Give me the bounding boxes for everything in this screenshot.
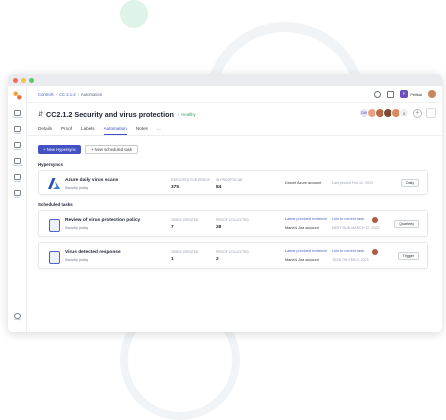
tab-notes[interactable]: Notes (136, 126, 148, 135)
sidebar-item-controls[interactable]: Controls (11, 126, 24, 139)
next-run-text: NEXT RUN MARCH 17, 2023 (332, 226, 380, 230)
check-icon: ✓ (176, 112, 181, 117)
task-card[interactable]: Review of virus protection policy Securi… (38, 210, 428, 237)
app-logo-icon[interactable] (13, 91, 22, 100)
tab-bar: Details Proof Labels Automation Notes ..… (38, 126, 161, 135)
sidebar-item-audits[interactable]: Audits (11, 190, 24, 203)
minimize-dot[interactable] (21, 77, 26, 83)
sidebar-item-documents[interactable]: Documents (11, 158, 24, 171)
stat-value: 1 (171, 257, 174, 262)
sidebar-item-dashboard[interactable]: Dashboard (11, 110, 24, 123)
task-name[interactable]: Review of virus protection policy (65, 218, 140, 223)
task-card[interactable]: Virus detected response Security policy … (38, 242, 428, 269)
box-icon (14, 174, 21, 180)
breadcrumb-separator: › (55, 91, 57, 97)
close-dot[interactable] (13, 77, 18, 83)
task-name[interactable]: Virus detected response (65, 250, 121, 255)
stat-label: PROOF COLLECTED (216, 218, 249, 222)
scheduled-tasks-heading: Scheduled tasks (38, 202, 73, 207)
stat-value: 84 (216, 185, 222, 190)
azure-logo-icon (48, 178, 60, 189)
action-buttons: + New Hypersync + New scheduled task (38, 145, 139, 154)
tabs-divider (27, 135, 442, 136)
current-task-link[interactable]: Link to current task (332, 217, 364, 221)
hypersync-name[interactable]: Azure daily virus scans (65, 178, 118, 183)
stat-value: 2 (216, 257, 219, 262)
hypersync-card[interactable]: Azure daily virus scans Security policy … (38, 170, 428, 195)
latest-evidence-link[interactable]: Latest provided evidence (285, 249, 327, 253)
sidebar-item-evidence[interactable]: Evidence (11, 142, 24, 155)
hypersync-policy: Security policy (65, 186, 89, 190)
decorative-circle (120, 0, 148, 28)
tab-details[interactable]: Details (38, 126, 52, 135)
jira-account-link[interactable]: Maria's Jira account (285, 226, 319, 230)
new-hypersync-button[interactable]: + New Hypersync (38, 145, 81, 154)
stat-label: TASKS CREATED (171, 250, 199, 254)
org-switcher[interactable]: P Pelikai (400, 90, 422, 98)
jira-account-link[interactable]: Maria's Jira account (285, 258, 319, 262)
task-document-icon (49, 219, 60, 232)
stat-value: 375 (171, 185, 180, 190)
task-policy: Security policy (65, 226, 89, 230)
frequency-badge[interactable]: Daily (401, 179, 419, 187)
more-avatars-count: 3 (399, 108, 409, 118)
audit-icon (14, 190, 21, 196)
document-icon (14, 158, 21, 164)
user-avatar[interactable] (428, 90, 436, 98)
stat-value: 7 (171, 225, 174, 230)
status-badge: ✓ Healthy (176, 112, 196, 117)
sidebar: Dashboard Controls Evidence Documents Ve… (8, 86, 27, 332)
frequency-badge[interactable]: Quarterly (394, 220, 419, 228)
new-scheduled-task-button[interactable]: + New scheduled task (84, 145, 139, 154)
last-run-text: Last proved Feb 12, 2023 (332, 181, 373, 185)
stat-label: IN PROOF/SCAN (216, 178, 243, 182)
assignee-avatar (372, 217, 378, 223)
latest-evidence-link[interactable]: Latest provided evidence (285, 217, 327, 221)
sidebar-item-settings[interactable]: Settings (11, 313, 24, 326)
help-icon[interactable] (374, 90, 382, 98)
stat-label: EXECUTED FOR PROOF (171, 178, 210, 182)
folder-icon (14, 142, 21, 148)
breadcrumb-controls[interactable]: Controls (38, 92, 54, 97)
window-titlebar (8, 74, 442, 86)
sidebar-item-vendors[interactable]: Vendors (11, 174, 24, 187)
control-icon: ⇵ (38, 112, 44, 118)
notifications-icon[interactable] (387, 90, 395, 98)
settings-button[interactable] (426, 108, 436, 118)
tab-more[interactable]: ... (157, 126, 161, 135)
maximize-dot[interactable] (29, 77, 34, 83)
assignee-avatar (372, 249, 378, 255)
collaborators[interactable]: DW 3 + (359, 108, 422, 118)
breadcrumb-current: Automation (80, 91, 103, 97)
breadcrumb: Controls › CC 2.1.2 › Automation P Pelik… (27, 86, 442, 103)
topbar-actions: P Pelikai (374, 90, 436, 98)
page-title: CC2.1.2 Security and virus protection (46, 110, 174, 119)
tab-labels[interactable]: Labels (81, 126, 95, 135)
breadcrumb-separator: › (77, 91, 79, 97)
add-collaborator-button[interactable]: + (413, 108, 422, 118)
org-badge: P (400, 90, 409, 98)
breadcrumb-control[interactable]: CC 2.1.2 (59, 92, 76, 97)
shield-icon (14, 126, 21, 132)
page-header: ⇵ CC2.1.2 Security and virus protection … (38, 108, 436, 119)
task-policy: Security policy (65, 258, 89, 262)
hypersyncs-heading: Hypersyncs (38, 162, 63, 167)
current-task-link[interactable]: Link to current task (332, 249, 364, 253)
account-link[interactable]: Drovet Azure account (285, 181, 321, 185)
app-window: Dashboard Controls Evidence Documents Ve… (8, 74, 442, 332)
next-run-text: TASK ON FEB 9, 2023 (332, 258, 369, 262)
tab-proof[interactable]: Proof (61, 126, 72, 135)
org-name: Pelikai (410, 91, 422, 97)
stat-value: 28 (216, 225, 222, 230)
tab-automation[interactable]: Automation (103, 126, 127, 135)
frequency-badge[interactable]: Trigger (397, 252, 419, 260)
task-document-icon (49, 251, 60, 264)
stat-label: PROOF COLLECTED (216, 250, 249, 254)
stat-label: TASKS CREATED (171, 218, 199, 222)
home-icon (14, 110, 21, 116)
